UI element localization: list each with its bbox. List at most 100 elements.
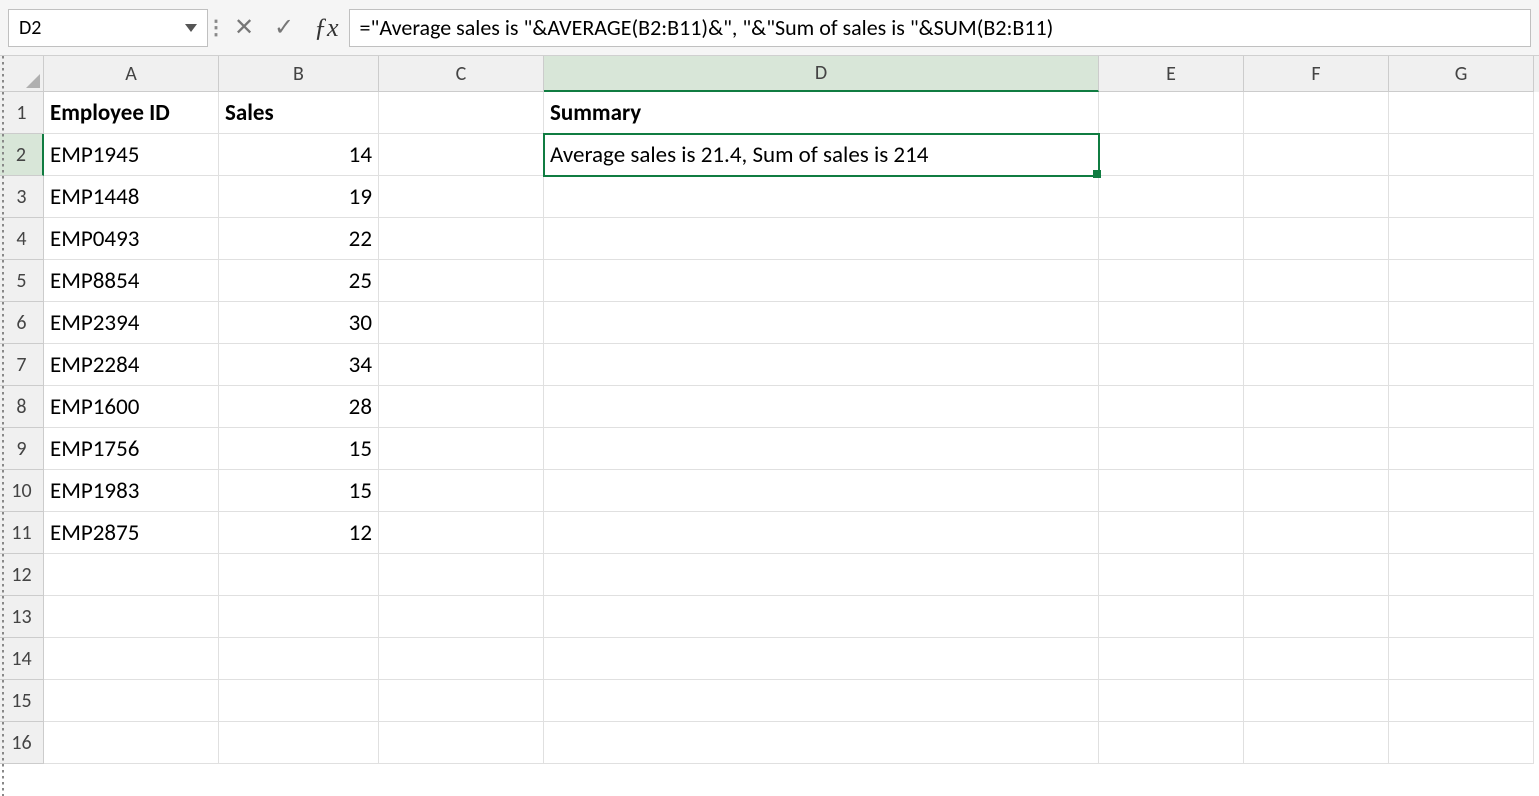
row-header-7[interactable]: 7 <box>0 344 44 386</box>
row-header-1[interactable]: 1 <box>0 92 44 134</box>
cell-D12[interactable] <box>544 554 1099 596</box>
fx-icon[interactable]: ƒx <box>304 13 349 43</box>
cell-B8[interactable]: 28 <box>219 386 379 428</box>
cell-D5[interactable] <box>544 260 1099 302</box>
cell-G2[interactable] <box>1389 134 1534 176</box>
cell-A1[interactable]: Employee ID <box>44 92 219 134</box>
cell-C12[interactable] <box>379 554 544 596</box>
row-header-10[interactable]: 10 <box>0 470 44 512</box>
cell-G4[interactable] <box>1389 218 1534 260</box>
cell-D7[interactable] <box>544 344 1099 386</box>
cell-G14[interactable] <box>1389 638 1534 680</box>
select-all-corner[interactable] <box>0 56 44 92</box>
cell-A16[interactable] <box>44 722 219 764</box>
cell-D13[interactable] <box>544 596 1099 638</box>
row-header-12[interactable]: 12 <box>0 554 44 596</box>
row-header-2[interactable]: 2 <box>0 134 44 176</box>
cell-D3[interactable] <box>544 176 1099 218</box>
cell-F13[interactable] <box>1244 596 1389 638</box>
cell-G11[interactable] <box>1389 512 1534 554</box>
cell-E1[interactable] <box>1099 92 1244 134</box>
cell-B15[interactable] <box>219 680 379 722</box>
cell-B2[interactable]: 14 <box>219 134 379 176</box>
cell-E10[interactable] <box>1099 470 1244 512</box>
cell-F5[interactable] <box>1244 260 1389 302</box>
cell-D16[interactable] <box>544 722 1099 764</box>
cell-F16[interactable] <box>1244 722 1389 764</box>
name-box[interactable]: D2 <box>8 9 208 47</box>
cell-D1[interactable]: Summary <box>544 92 1099 134</box>
cell-B6[interactable]: 30 <box>219 302 379 344</box>
column-header-E[interactable]: E <box>1099 56 1244 92</box>
cell-F6[interactable] <box>1244 302 1389 344</box>
cell-E3[interactable] <box>1099 176 1244 218</box>
row-header-8[interactable]: 8 <box>0 386 44 428</box>
cell-B4[interactable]: 22 <box>219 218 379 260</box>
cell-E4[interactable] <box>1099 218 1244 260</box>
cell-B7[interactable]: 34 <box>219 344 379 386</box>
cell-A13[interactable] <box>44 596 219 638</box>
cell-E2[interactable] <box>1099 134 1244 176</box>
cell-C15[interactable] <box>379 680 544 722</box>
cell-D9[interactable] <box>544 428 1099 470</box>
cell-G12[interactable] <box>1389 554 1534 596</box>
cell-G3[interactable] <box>1389 176 1534 218</box>
column-header-A[interactable]: A <box>44 56 219 92</box>
cell-D2[interactable]: Average sales is 21.4, Sum of sales is 2… <box>544 134 1099 176</box>
cell-G7[interactable] <box>1389 344 1534 386</box>
cell-F12[interactable] <box>1244 554 1389 596</box>
cell-E16[interactable] <box>1099 722 1244 764</box>
cell-C2[interactable] <box>379 134 544 176</box>
cell-A15[interactable] <box>44 680 219 722</box>
formula-input[interactable]: ="Average sales is "&AVERAGE(B2:B11)&", … <box>349 9 1531 47</box>
enter-icon[interactable]: ✓ <box>264 9 304 47</box>
cell-E11[interactable] <box>1099 512 1244 554</box>
cell-C7[interactable] <box>379 344 544 386</box>
name-box-dropdown-icon[interactable] <box>185 24 197 32</box>
cell-A11[interactable]: EMP2875 <box>44 512 219 554</box>
row-header-11[interactable]: 11 <box>0 512 44 554</box>
cell-D15[interactable] <box>544 680 1099 722</box>
column-header-D[interactable]: D <box>544 56 1099 92</box>
cell-A14[interactable] <box>44 638 219 680</box>
cell-B1[interactable]: Sales <box>219 92 379 134</box>
cell-C1[interactable] <box>379 92 544 134</box>
cell-G5[interactable] <box>1389 260 1534 302</box>
cell-A7[interactable]: EMP2284 <box>44 344 219 386</box>
cell-A2[interactable]: EMP1945 <box>44 134 219 176</box>
cell-F8[interactable] <box>1244 386 1389 428</box>
cell-F4[interactable] <box>1244 218 1389 260</box>
cell-C14[interactable] <box>379 638 544 680</box>
cell-E7[interactable] <box>1099 344 1244 386</box>
cell-G9[interactable] <box>1389 428 1534 470</box>
cell-F9[interactable] <box>1244 428 1389 470</box>
cell-D4[interactable] <box>544 218 1099 260</box>
cell-G15[interactable] <box>1389 680 1534 722</box>
row-header-3[interactable]: 3 <box>0 176 44 218</box>
cell-A12[interactable] <box>44 554 219 596</box>
cell-G1[interactable] <box>1389 92 1534 134</box>
cell-D14[interactable] <box>544 638 1099 680</box>
cell-G8[interactable] <box>1389 386 1534 428</box>
cell-E14[interactable] <box>1099 638 1244 680</box>
cell-E9[interactable] <box>1099 428 1244 470</box>
cell-C4[interactable] <box>379 218 544 260</box>
cell-B12[interactable] <box>219 554 379 596</box>
cell-E8[interactable] <box>1099 386 1244 428</box>
column-header-C[interactable]: C <box>379 56 544 92</box>
cell-D8[interactable] <box>544 386 1099 428</box>
row-header-9[interactable]: 9 <box>0 428 44 470</box>
cell-E12[interactable] <box>1099 554 1244 596</box>
cell-D11[interactable] <box>544 512 1099 554</box>
cell-F7[interactable] <box>1244 344 1389 386</box>
cell-E15[interactable] <box>1099 680 1244 722</box>
cell-C10[interactable] <box>379 470 544 512</box>
cell-B11[interactable]: 12 <box>219 512 379 554</box>
cell-A5[interactable]: EMP8854 <box>44 260 219 302</box>
cell-F1[interactable] <box>1244 92 1389 134</box>
cell-B9[interactable]: 15 <box>219 428 379 470</box>
cell-B5[interactable]: 25 <box>219 260 379 302</box>
cell-A4[interactable]: EMP0493 <box>44 218 219 260</box>
cell-A9[interactable]: EMP1756 <box>44 428 219 470</box>
cell-G13[interactable] <box>1389 596 1534 638</box>
